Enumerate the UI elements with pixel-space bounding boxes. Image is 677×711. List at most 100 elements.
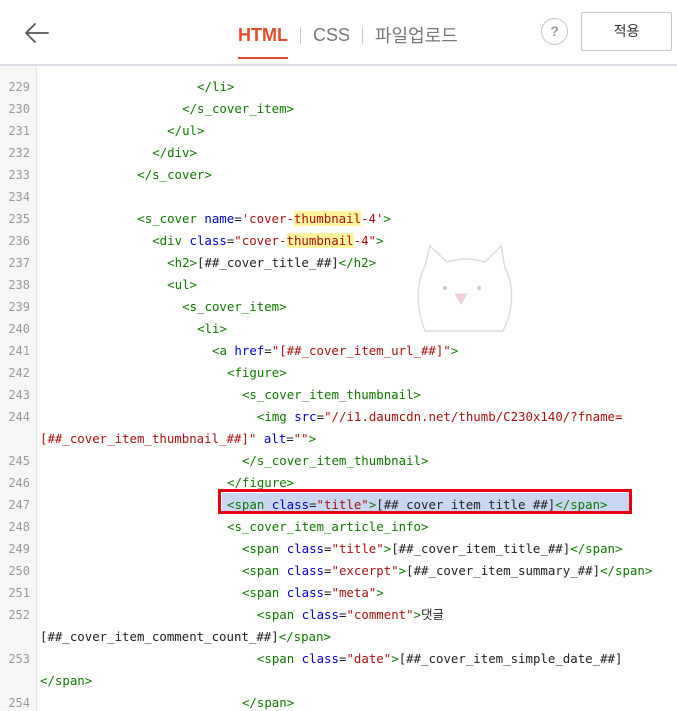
code-token: > — [308, 431, 317, 446]
code-line[interactable]: 235 <s_cover name='cover-thumbnail-4'> — [0, 208, 677, 230]
code-line[interactable]: 242 <figure> — [0, 362, 677, 384]
code-token: > — [376, 233, 384, 248]
code-token: <figure> — [227, 365, 287, 380]
code-line[interactable]: 249 <span class="title">[##_cover_item_ti… — [0, 538, 677, 560]
code-token: "cover- — [234, 233, 287, 248]
code-line[interactable]: 239 <s_cover_item> — [0, 296, 677, 318]
code-text: <s_cover_item_thumbnail> — [242, 384, 421, 406]
code-text: </div> — [152, 142, 197, 164]
code-token: = — [234, 211, 242, 226]
code-line[interactable]: 233 </s_cover> — [0, 164, 677, 186]
code-text: <h2>[##_cover_title_##]</h2> — [167, 252, 376, 274]
code-token: [##_cover_item_thumbnail_##]" — [40, 431, 257, 446]
code-token: class — [286, 563, 325, 578]
code-token: <div — [152, 233, 190, 248]
code-token: [##_cover_title_##] — [197, 255, 339, 270]
code-line[interactable]: 244 <img src="//i1.daumcdn.net/thumb/C230… — [0, 406, 677, 428]
line-number: 250 — [8, 564, 30, 578]
code-line[interactable]: 245 </s_cover_item_thumbnail> — [0, 450, 677, 472]
line-number: 234 — [8, 190, 30, 204]
line-number: 249 — [8, 542, 30, 556]
editor-tabs: HTML CSS 파일업로드 — [238, 22, 458, 59]
code-token: class — [286, 541, 325, 556]
editor-toolbar: HTML CSS 파일업로드 ? 적용 — [0, 0, 677, 66]
code-token: <span — [256, 607, 302, 622]
code-text: <s_cover_item> — [182, 296, 286, 318]
code-line[interactable]: 254 </span> — [0, 692, 677, 711]
code-token: [##_cover_item_comment_count_##] — [40, 629, 279, 644]
code-line[interactable]: [##_cover_item_thumbnail_##]" alt=""> — [0, 428, 677, 450]
code-token: name — [204, 211, 235, 226]
code-token: <s_cover_item> — [182, 299, 287, 314]
code-token: = — [286, 431, 294, 446]
code-token: > — [413, 607, 422, 622]
code-text: </span> — [242, 692, 294, 711]
tab-css[interactable]: CSS — [313, 25, 350, 46]
code-line[interactable]: 229 </li> — [0, 76, 677, 98]
line-number: 244 — [8, 410, 30, 424]
code-line[interactable]: 238 <ul> — [0, 274, 677, 296]
code-token: "date" — [346, 651, 392, 666]
code-line[interactable]: 250 <span class="excerpt">[##_cover_item_… — [0, 560, 677, 582]
code-token: <ul> — [167, 277, 197, 292]
tab-html[interactable]: HTML — [238, 25, 288, 59]
code-line[interactable]: 243 <s_cover_item_thumbnail> — [0, 384, 677, 406]
code-line[interactable]: 241 <a href="[##_cover_item_url_##]"> — [0, 340, 677, 362]
code-token: </span> — [241, 695, 295, 710]
code-token: = — [324, 563, 332, 578]
code-token: <img — [256, 409, 295, 424]
code-line[interactable]: 248 <s_cover_item_article_info> — [0, 516, 677, 538]
code-text: </s_cover_item_thumbnail> — [242, 450, 429, 472]
code-text: [##_cover_item_thumbnail_##]" alt=""> — [40, 428, 316, 450]
code-token: </span> — [570, 541, 623, 556]
code-text: <span class="date">[##_cover_item_simple… — [257, 648, 623, 670]
code-token: <s_cover — [137, 211, 205, 226]
code-line[interactable]: 251 <span class="meta"> — [0, 582, 677, 604]
code-text: </li> — [197, 76, 234, 98]
code-token: 'cover- — [241, 211, 294, 226]
line-number: 230 — [8, 102, 30, 116]
code-line[interactable]: 237 <h2>[##_cover_title_##]</h2> — [0, 252, 677, 274]
line-number: 252 — [8, 608, 30, 622]
code-token: <span — [241, 585, 287, 600]
code-text: <span class="meta"> — [242, 582, 384, 604]
code-line[interactable]: 253 <span class="date">[##_cover_item_sim… — [0, 648, 677, 670]
line-number: 254 — [8, 696, 30, 710]
code-text: </span> — [40, 670, 92, 692]
line-number: 242 — [8, 366, 30, 380]
code-token: <s_cover_item_thumbnail> — [241, 387, 421, 402]
code-token: src — [294, 409, 317, 424]
code-editor[interactable]: 229 </li> 230 </s_cover_item> 231 </ul> 232 </d… — [0, 66, 677, 711]
code-token: </s_cover> — [137, 167, 212, 182]
code-token: <a — [212, 343, 235, 358]
code-text: </s_cover> — [137, 164, 212, 186]
code-line[interactable]: 240 <li> — [0, 318, 677, 340]
code-line[interactable]: </span> — [0, 670, 677, 692]
code-token: "" — [293, 431, 309, 446]
tab-separator — [362, 26, 363, 44]
code-token: [##_cover_item_summary_##] — [406, 563, 601, 578]
code-text: <img src="//i1.daumcdn.net/thumb/C230x14… — [257, 406, 623, 428]
line-number: 239 — [8, 300, 30, 314]
apply-button[interactable]: 적용 — [581, 12, 672, 51]
code-token: = — [324, 585, 332, 600]
code-token: </span> — [40, 673, 93, 688]
code-line[interactable]: [##_cover_item_comment_count_##]</span> — [0, 626, 677, 648]
code-token: "comment" — [346, 607, 414, 622]
help-icon[interactable]: ? — [541, 18, 568, 45]
back-arrow-icon[interactable] — [22, 18, 52, 48]
tab-file-upload[interactable]: 파일업로드 — [375, 22, 458, 48]
code-text: </ul> — [167, 120, 204, 142]
code-line[interactable]: 252 <span class="comment">댓글 — [0, 604, 677, 626]
line-number: 248 — [8, 520, 30, 534]
code-line[interactable]: 231 </ul> — [0, 120, 677, 142]
code-line[interactable]: 230 </s_cover_item> — [0, 98, 677, 120]
code-token: </s_cover_item> — [182, 101, 295, 116]
code-token: class — [189, 233, 227, 248]
code-line[interactable]: 232 </div> — [0, 142, 677, 164]
code-line[interactable]: 236 <div class="cover-thumbnail-4"> — [0, 230, 677, 252]
code-line[interactable]: 234 — [0, 186, 677, 208]
line-number: 243 — [8, 388, 30, 402]
code-token: </div> — [152, 145, 197, 160]
